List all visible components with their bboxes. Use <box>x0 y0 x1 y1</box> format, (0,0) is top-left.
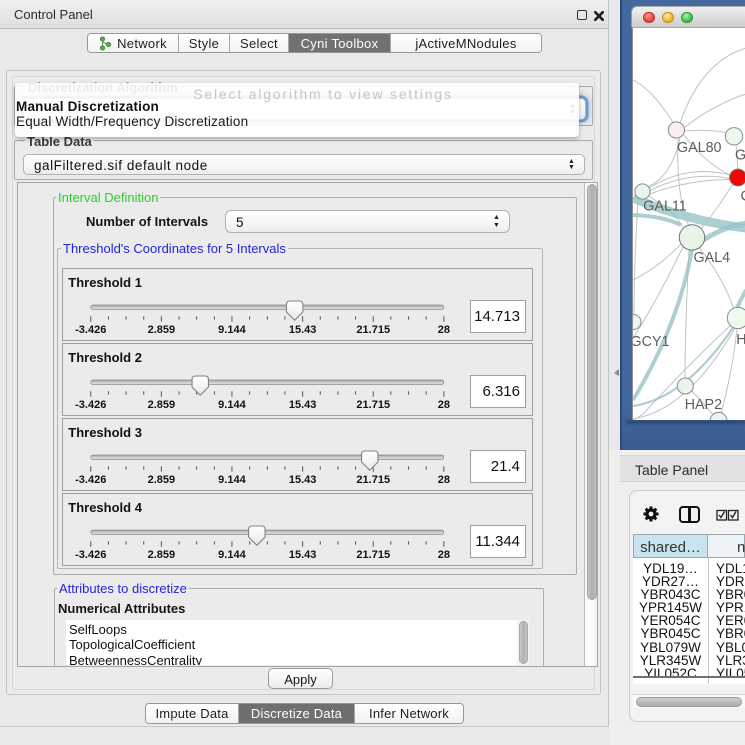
svg-text:GAL4: GAL4 <box>694 250 731 266</box>
svg-text:H: H <box>736 332 745 348</box>
svg-text:Threshold 2: Threshold 2 <box>68 350 142 365</box>
svg-text:Threshold 4: Threshold 4 <box>68 500 142 515</box>
svg-text:GCY1: GCY1 <box>633 334 669 350</box>
svg-text:C: C <box>741 189 745 205</box>
svg-text:Threshold 3: Threshold 3 <box>68 425 142 440</box>
svg-text:Threshold 1: Threshold 1 <box>68 275 142 290</box>
svg-text:GA: GA <box>735 148 745 164</box>
svg-text:HAP2: HAP2 <box>685 397 722 413</box>
svg-text:GAL11: GAL11 <box>643 199 686 215</box>
svg-text:GAL80: GAL80 <box>677 140 722 156</box>
